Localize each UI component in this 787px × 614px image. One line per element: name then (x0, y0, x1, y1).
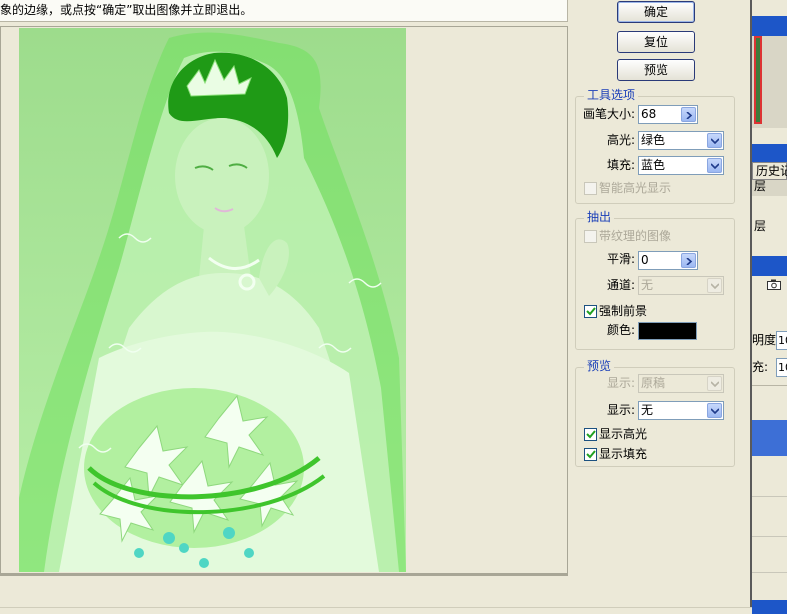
brush-size-field[interactable]: 68 (638, 105, 698, 124)
smooth-field[interactable]: 0 (638, 251, 698, 270)
brush-size-label: 画笔大小: (583, 107, 636, 121)
highlight-label: 高光: (607, 133, 636, 147)
show-value-1: 原稿 (641, 376, 666, 390)
checkmark-icon (586, 430, 596, 439)
preview-title: 预览 (584, 359, 615, 373)
highlight-select[interactable]: 绿色 (638, 131, 724, 150)
checkmark-icon (586, 450, 596, 459)
history-titlebar (752, 144, 787, 162)
fill-opacity-field[interactable]: 10 (776, 358, 787, 377)
canvas-divider (0, 574, 568, 576)
smooth-value: 0 (641, 253, 649, 267)
chevron-down-icon[interactable] (707, 133, 722, 148)
force-foreground-label: 强制前景 (599, 304, 648, 318)
show-label-1: 显示: (607, 376, 636, 390)
channel-select[interactable]: 无 (638, 276, 724, 295)
navigator-thumb (754, 36, 762, 124)
layers-titlebar (752, 256, 787, 276)
channel-value: 无 (641, 278, 654, 292)
background-panels: 历史记 层 层 明度: 10 充: 10 (752, 0, 787, 614)
extract-photo[interactable] (19, 28, 406, 572)
bride-image (19, 28, 406, 572)
hint-bar: 象的边缘，或点按“确定”取出图像并立即退出。 (0, 0, 568, 22)
checkmark-icon (586, 307, 596, 316)
show-highlight-label: 显示高光 (599, 427, 648, 441)
show-fill-checkbox[interactable] (584, 448, 597, 461)
dialog-bottom (0, 607, 752, 614)
preview-button[interactable]: 预览 (617, 59, 695, 81)
extraction-title: 抽出 (584, 210, 615, 224)
textured-image-checkbox[interactable] (584, 230, 597, 243)
fill-value: 蓝色 (641, 158, 666, 172)
textured-image-label: 带纹理的图像 (599, 229, 672, 243)
show-value-2: 无 (641, 403, 654, 417)
smart-highlight-checkbox[interactable] (584, 182, 597, 195)
highlight-value: 绿色 (641, 133, 666, 147)
force-foreground-checkbox[interactable] (584, 305, 597, 318)
smooth-label: 平滑: (607, 252, 636, 266)
chevron-down-icon[interactable] (707, 278, 722, 293)
chevron-right-icon[interactable] (681, 253, 696, 268)
foreground-color-swatch[interactable] (638, 322, 697, 340)
hint-text: 象的边缘，或点按“确定”取出图像并立即退出。 (0, 3, 253, 17)
show-highlight-checkbox[interactable] (584, 428, 597, 441)
color-label: 颜色: (607, 323, 636, 337)
show-select[interactable]: 无 (638, 401, 724, 420)
fill-select[interactable]: 蓝色 (638, 156, 724, 175)
channel-label: 通道: (607, 278, 636, 292)
chevron-right-icon[interactable] (681, 107, 696, 122)
selected-layer-row[interactable] (752, 420, 787, 456)
ok-button[interactable]: 确定 (617, 1, 695, 23)
camera-icon[interactable] (767, 279, 781, 290)
show-fill-label: 显示填充 (599, 447, 648, 461)
chevron-down-icon[interactable] (707, 376, 722, 391)
navigator-titlebar (752, 16, 787, 36)
opacity-field[interactable]: 10 (776, 331, 787, 350)
fill-label: 填充: (607, 158, 636, 172)
fill-opacity-label: 充: (752, 360, 769, 374)
layer-label-2: 层 (754, 219, 767, 233)
smart-highlight-label: 智能高光显示 (599, 181, 672, 195)
show-original-select[interactable]: 原稿 (638, 374, 724, 393)
chevron-down-icon[interactable] (707, 158, 722, 173)
show-label-2: 显示: (607, 403, 636, 417)
tool-options-title: 工具选项 (584, 88, 639, 102)
chevron-down-icon[interactable] (707, 403, 722, 418)
brush-size-value: 68 (641, 107, 657, 121)
layer-label-1: 层 (754, 179, 767, 193)
reset-button[interactable]: 复位 (617, 31, 695, 53)
